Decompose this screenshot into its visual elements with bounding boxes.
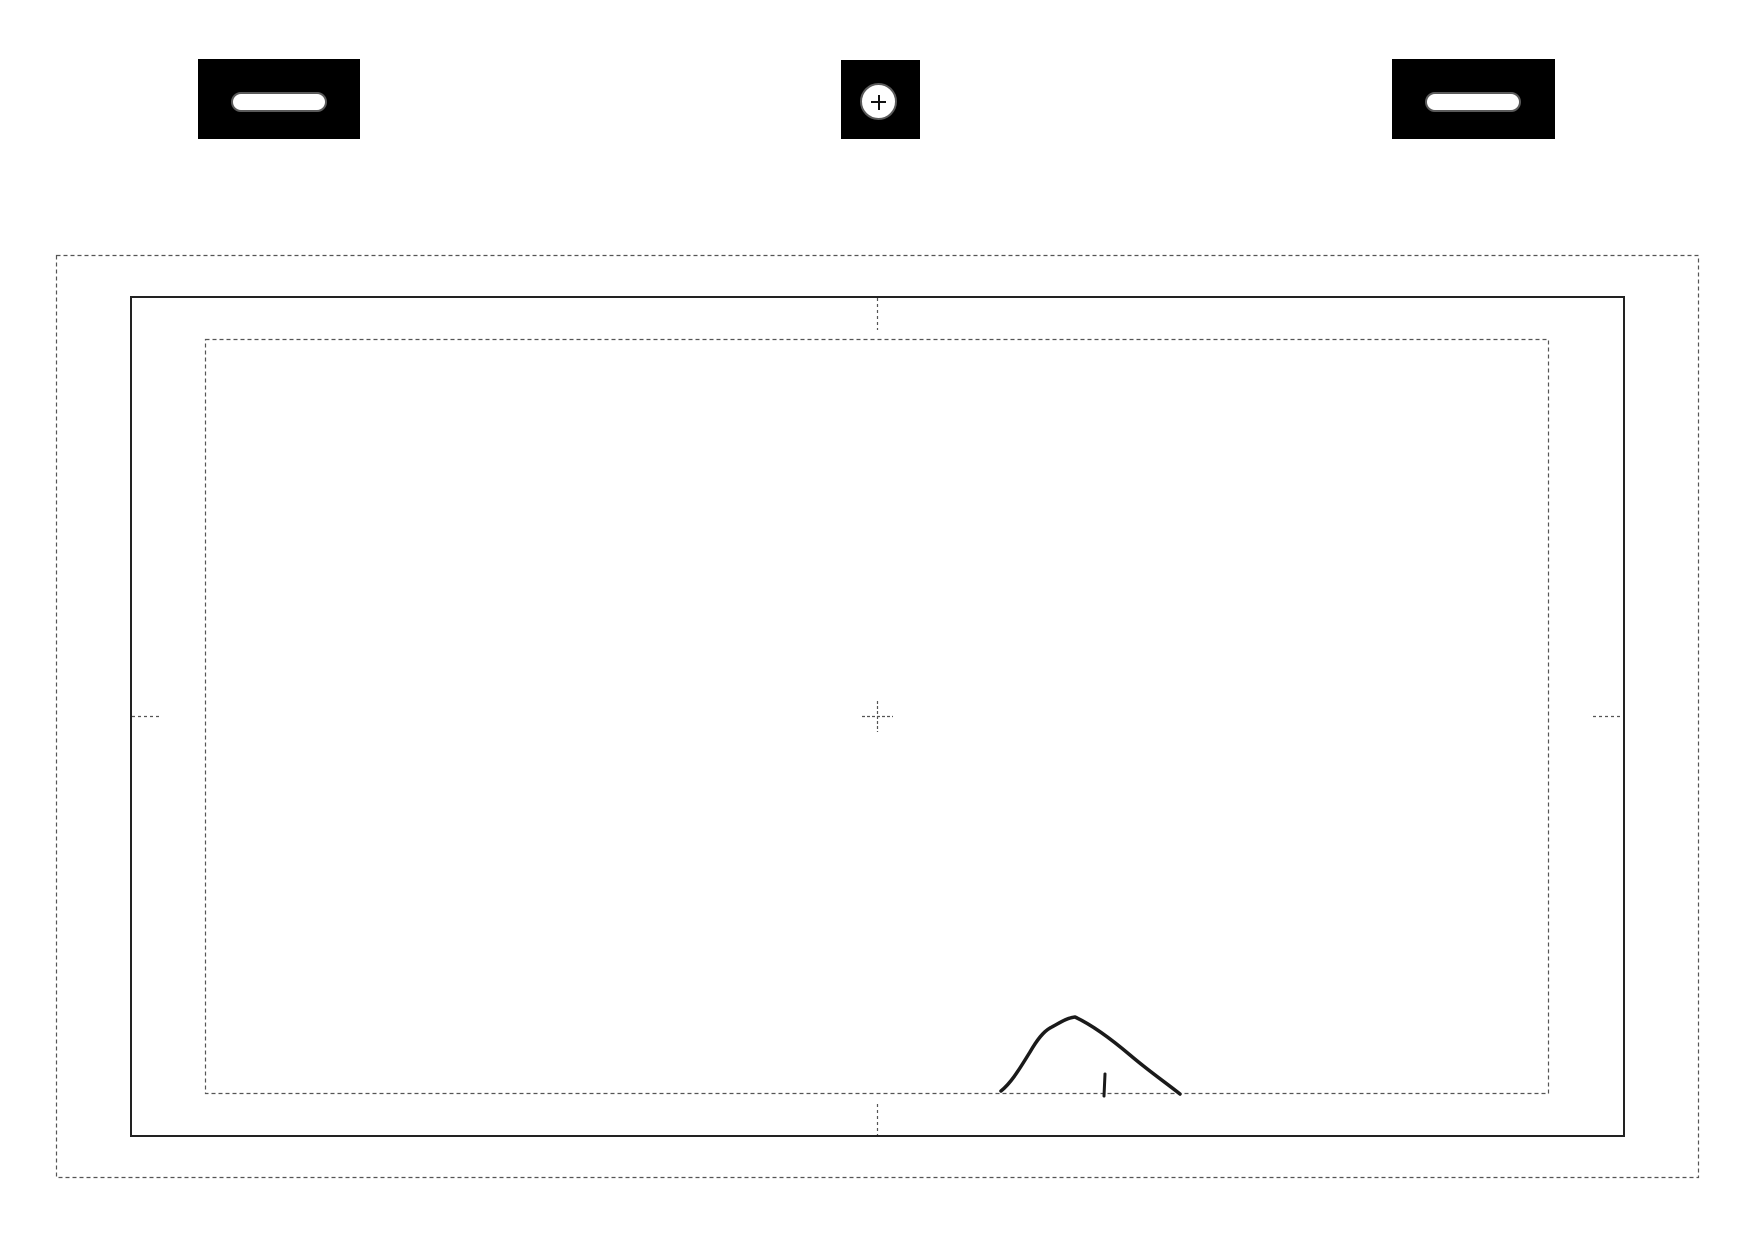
mountain-stroke-mark bbox=[1102, 1072, 1107, 1098]
layout-template-canvas bbox=[55, 254, 1700, 1179]
crosshair-icon bbox=[862, 701, 893, 732]
mountain-sketch bbox=[999, 1015, 1182, 1098]
mountain-outline bbox=[999, 1015, 1182, 1096]
